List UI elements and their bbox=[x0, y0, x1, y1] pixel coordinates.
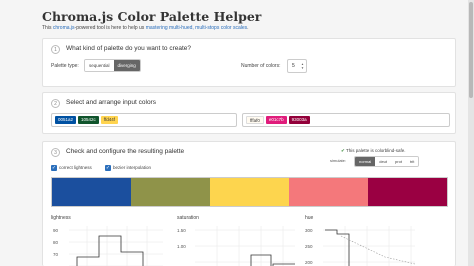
lightness-tick: 80 bbox=[53, 240, 59, 245]
palette-swatch[interactable] bbox=[289, 178, 368, 206]
simulate-toggle: normal deut prot trit bbox=[354, 156, 420, 167]
step3-title: Check and configure the resulting palett… bbox=[66, 148, 185, 155]
step2-title: Select and arrange input colors bbox=[66, 99, 156, 106]
palette-swatch[interactable] bbox=[210, 178, 289, 206]
palette-type-sequential[interactable]: sequential bbox=[85, 60, 114, 71]
intro-mid: -powered tool is here to help us bbox=[74, 25, 146, 31]
right-colors-input[interactable]: fffaf0 e01c7b 93003a bbox=[242, 113, 450, 127]
intro-pre: This bbox=[42, 25, 53, 31]
simulate-prot[interactable]: prot bbox=[391, 157, 406, 166]
step1-title: What kind of palette do you want to crea… bbox=[66, 45, 192, 52]
hue-tick: 250 bbox=[305, 244, 313, 249]
page-title: Chroma.js Color Palette Helper bbox=[42, 9, 262, 24]
step-number-2: 2 bbox=[51, 99, 60, 108]
simulate-normal[interactable]: normal bbox=[355, 157, 376, 166]
num-colors-input[interactable]: 5 ▲ ▼ bbox=[287, 59, 307, 73]
step-number-1: 1 bbox=[51, 45, 60, 54]
mastering-link[interactable]: mastering multi-hued, multi-stops color … bbox=[146, 25, 247, 31]
color-chip[interactable]: 0051a2 bbox=[55, 116, 77, 124]
lightness-chart-title: lightness bbox=[51, 215, 71, 221]
chromajs-link[interactable]: chroma.js bbox=[53, 25, 75, 31]
hue-tick: 300 bbox=[305, 228, 313, 233]
palette-type-diverging[interactable]: diverging bbox=[113, 60, 140, 71]
color-chip[interactable]: 10542c bbox=[78, 116, 99, 124]
palette-swatches bbox=[51, 177, 448, 207]
color-chip[interactable]: ffd44f bbox=[100, 116, 118, 124]
result-palette-card: 3 Check and configure the resulting pale… bbox=[42, 141, 456, 266]
palette-type-toggle: sequential diverging bbox=[84, 59, 141, 72]
scrollbar-thumb[interactable] bbox=[469, 2, 473, 98]
saturation-tick: 1.00 bbox=[177, 244, 186, 249]
color-chip[interactable]: e01c7b bbox=[265, 116, 287, 124]
check-icon: ✔ bbox=[341, 148, 345, 153]
scrollbar[interactable] bbox=[468, 0, 474, 266]
hue-tick: 200 bbox=[305, 260, 313, 265]
num-colors-value: 5 bbox=[292, 63, 295, 69]
lightness-tick: 90 bbox=[53, 228, 59, 233]
simulate-trit[interactable]: trit bbox=[405, 157, 419, 166]
saturation-chart-title: saturation bbox=[177, 215, 199, 221]
correct-lightness-label: correct lightness bbox=[59, 165, 92, 170]
num-colors-label: Number of colors: bbox=[241, 63, 281, 69]
hue-curve bbox=[325, 229, 350, 266]
simulate-deut[interactable]: deut bbox=[375, 157, 392, 166]
colorblind-safe-status: ✔ This palette is colorblind-safe. bbox=[341, 148, 405, 154]
palette-type-card: 1 What kind of palette do you want to cr… bbox=[42, 38, 456, 87]
simulate-label: simulate: bbox=[330, 158, 347, 163]
palette-swatch[interactable] bbox=[131, 178, 210, 206]
palette-type-label: Palette type: bbox=[51, 63, 79, 69]
hue-guide bbox=[340, 235, 416, 265]
intro-text: This chroma.js-powered tool is here to h… bbox=[42, 25, 249, 31]
correct-lightness-checkbox[interactable]: ✓ bbox=[51, 165, 57, 171]
saturation-curve bbox=[250, 254, 295, 266]
bezier-label: bezier interpolation bbox=[113, 165, 152, 170]
palette-swatch[interactable] bbox=[52, 178, 131, 206]
safe-msg: This palette is colorblind-safe. bbox=[345, 148, 406, 153]
bezier-checkbox[interactable]: ✓ bbox=[105, 165, 111, 171]
lightness-tick: 70 bbox=[53, 252, 59, 257]
color-chip[interactable]: 93003a bbox=[288, 116, 310, 124]
lightness-curve bbox=[76, 235, 144, 266]
input-colors-card: 2 Select and arrange input colors 0051a2… bbox=[42, 92, 456, 134]
left-colors-input[interactable]: 0051a2 10542c ffd44f bbox=[51, 113, 237, 127]
hue-chart-title: hue bbox=[305, 215, 314, 221]
palette-swatch[interactable] bbox=[368, 178, 447, 206]
saturation-chart: 1.50 1.00 bbox=[177, 226, 295, 266]
step-number-3: 3 bbox=[51, 148, 60, 157]
hue-chart: 300 250 200 bbox=[305, 226, 416, 266]
intro-post: . bbox=[247, 25, 249, 31]
saturation-tick: 1.50 bbox=[177, 228, 186, 233]
color-chip[interactable]: fffaf0 bbox=[246, 116, 264, 124]
stepper-arrows-icon[interactable]: ▲ ▼ bbox=[301, 62, 304, 70]
lightness-chart: 90 80 70 bbox=[53, 226, 163, 266]
